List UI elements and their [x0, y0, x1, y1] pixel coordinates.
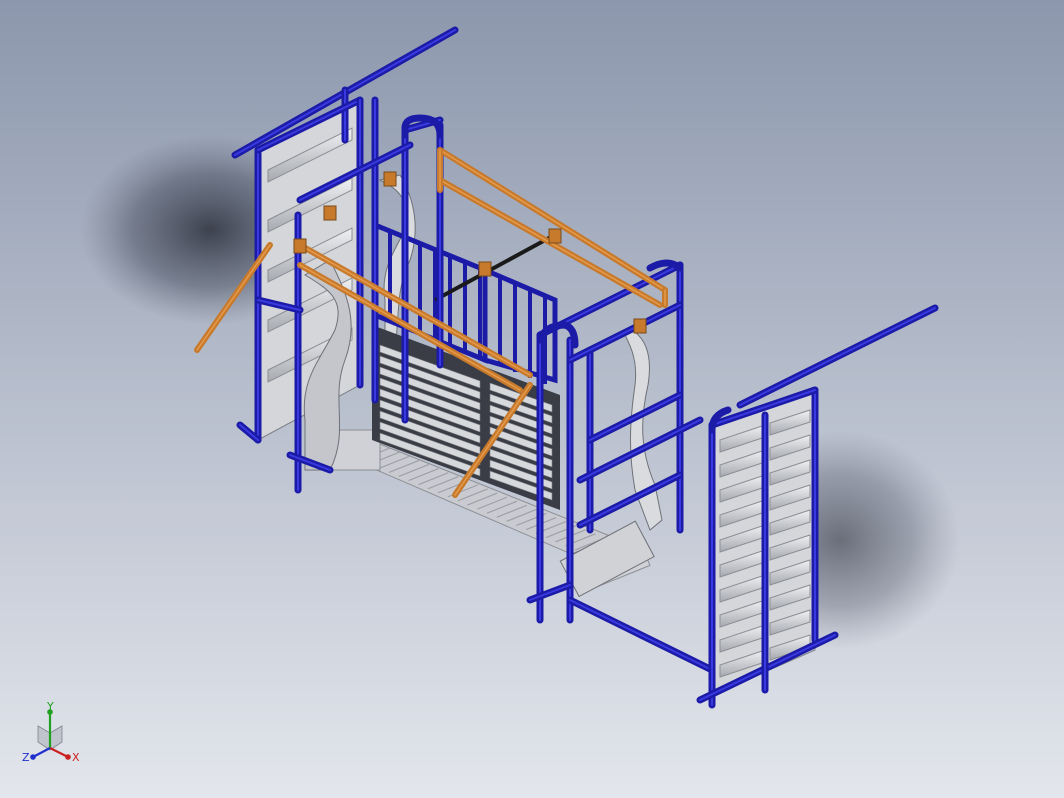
z-axis-label: Z — [22, 751, 30, 764]
lever-bracket — [293, 238, 307, 254]
lever-bracket — [478, 261, 492, 277]
x-axis-label: X — [72, 751, 80, 764]
cattle-crush-model[interactable]: Y X Z — [0, 0, 1064, 798]
y-axis-label: Y — [46, 700, 54, 713]
lever-bracket — [323, 205, 337, 221]
lever-bracket — [383, 171, 397, 187]
lever-bracket — [548, 228, 562, 244]
cad-viewport[interactable]: Y X Z — [0, 0, 1064, 798]
lever-bracket — [633, 318, 647, 334]
